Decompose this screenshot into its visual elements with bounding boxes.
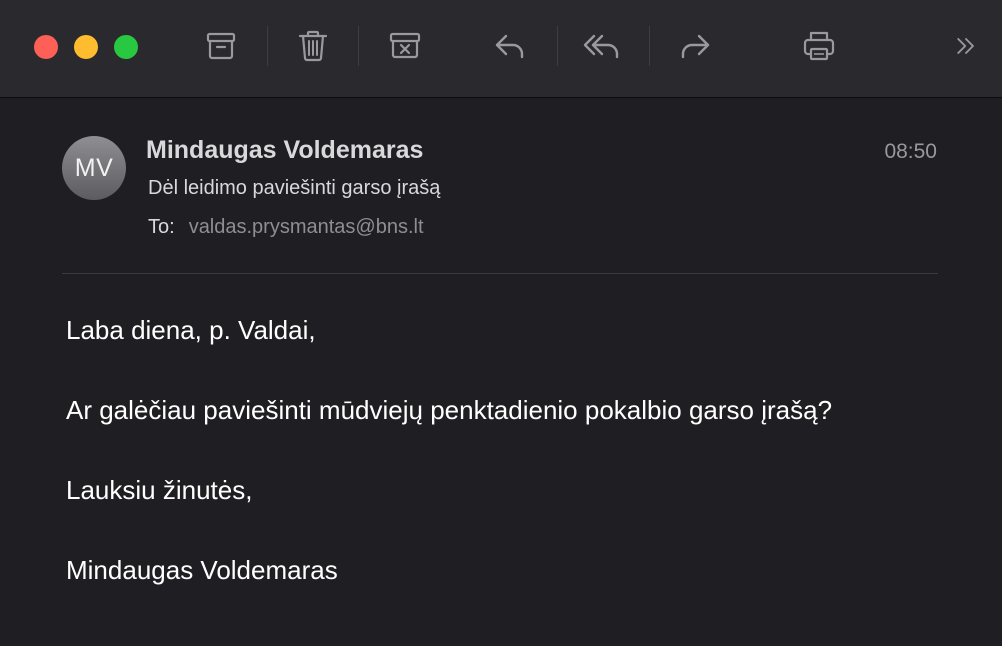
reply-button[interactable]	[490, 26, 530, 66]
message-body: Laba diena, p. Valdai, Ar galėčiau pavie…	[66, 315, 832, 635]
toolbar-separator	[557, 26, 558, 66]
toolbar	[0, 0, 1002, 98]
recipient-address[interactable]: valdas.prysmantas@bns.lt	[189, 216, 424, 238]
toolbar-separator	[358, 26, 359, 66]
archive-button[interactable]	[201, 26, 241, 66]
avatar: MV	[62, 136, 126, 200]
reply-all-button[interactable]	[582, 26, 622, 66]
header-divider	[62, 273, 938, 274]
to-label: To:	[148, 216, 175, 238]
reply-icon	[495, 34, 524, 59]
trash-icon	[298, 30, 328, 62]
junk-button[interactable]	[385, 26, 425, 66]
toolbar-separator	[267, 26, 268, 66]
forward-button[interactable]	[675, 26, 715, 66]
more-button[interactable]	[946, 26, 986, 66]
more-icon	[957, 38, 974, 54]
print-button[interactable]	[799, 26, 839, 66]
delete-button[interactable]	[293, 26, 333, 66]
body-question: Ar galėčiau paviešinti mūdviejų penktadi…	[66, 395, 833, 425]
body-closing: Lauksiu žinutės,	[66, 475, 253, 505]
avatar-initials: MV	[74, 153, 114, 182]
print-icon	[803, 31, 835, 61]
minimize-window-button[interactable]	[74, 35, 98, 59]
mail-window: MV Mindaugas Voldemaras 08:50 Dėl leidim…	[0, 0, 1002, 646]
maximize-window-button[interactable]	[114, 35, 138, 59]
close-window-button[interactable]	[34, 35, 58, 59]
recipient-row: To: valdas.prysmantas@bns.lt	[148, 216, 424, 239]
message-subject: Dėl leidimo paviešinti garso įrašą	[148, 177, 441, 199]
body-greeting: Laba diena, p. Valdai,	[66, 315, 316, 345]
sender-name[interactable]: Mindaugas Voldemaras	[146, 136, 423, 165]
toolbar-separator	[649, 26, 650, 66]
body-signature: Mindaugas Voldemaras	[66, 555, 338, 585]
reply-all-icon	[583, 34, 619, 59]
junk-icon	[389, 32, 421, 59]
message-time: 08:50	[884, 140, 937, 163]
archive-icon	[206, 32, 236, 60]
forward-icon	[681, 34, 710, 59]
